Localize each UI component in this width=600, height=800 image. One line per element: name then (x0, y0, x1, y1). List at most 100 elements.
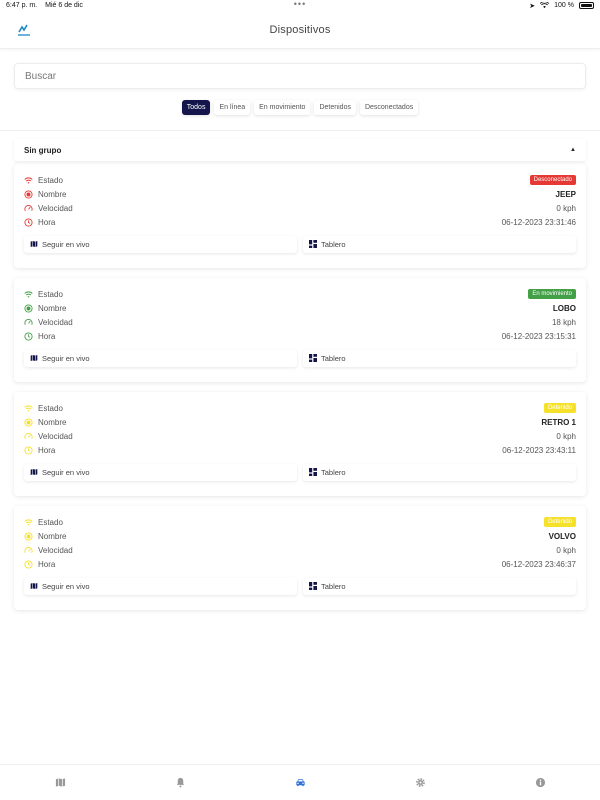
dashboard-label: Tablero (321, 467, 346, 477)
dashboard-button[interactable]: Tablero (303, 577, 576, 595)
device-time: 06-12-2023 23:46:37 (501, 560, 576, 570)
dashboard-button[interactable]: Tablero (303, 349, 576, 367)
wifi-icon (540, 2, 550, 9)
battery-icon (579, 2, 594, 9)
label-hora: Hora (38, 560, 56, 570)
chevron-up-icon[interactable]: ▲ (570, 147, 576, 153)
follow-live-label: Seguir en vivo (42, 239, 90, 249)
row-estado: Estado En movimiento (24, 287, 576, 301)
search-input[interactable]: Buscar (14, 63, 586, 89)
row-estado: Estado Detenido (24, 401, 576, 415)
name-target-icon (24, 532, 33, 541)
device-time: 06-12-2023 23:15:31 (501, 332, 576, 342)
label-nombre: Nombre (38, 531, 67, 541)
dashboard-label: Tablero (321, 353, 346, 363)
follow-live-label: Seguir en vivo (42, 581, 90, 591)
row-velocidad: Velocidad 0 kph (24, 429, 576, 443)
label-hora: Hora (38, 446, 56, 456)
filter-chip-desconectados[interactable]: Desconectados (359, 100, 419, 115)
filter-chip-todos[interactable]: Todos (181, 100, 211, 115)
follow-live-label: Seguir en vivo (42, 467, 90, 477)
row-nombre: Nombre VOLVO (24, 529, 576, 543)
location-icon: ➤ (529, 2, 536, 10)
device-card[interactable]: Estado Detenido Nombre RETRO 1 Velocidad… (14, 392, 586, 496)
filter-chip-en-movimiento[interactable]: En movimiento (254, 100, 311, 115)
name-target-icon (24, 418, 33, 427)
multitasking-dots-icon[interactable]: ••• (294, 0, 306, 9)
nav-notifications[interactable] (160, 777, 200, 788)
dashboard-button[interactable]: Tablero (303, 463, 576, 481)
follow-live-label: Seguir en vivo (42, 353, 90, 363)
signal-icon (24, 519, 33, 526)
device-name: JEEP (555, 189, 576, 199)
signal-icon (24, 291, 33, 298)
app-logo-icon[interactable] (17, 23, 31, 37)
nav-info[interactable] (520, 777, 560, 788)
clock-icon (24, 446, 33, 455)
dashboard-button[interactable]: Tablero (303, 235, 576, 253)
map-icon (30, 469, 38, 476)
header: Dispositivos (0, 11, 600, 49)
follow-live-button[interactable]: Seguir en vivo (24, 349, 297, 367)
speedometer-icon (24, 546, 33, 553)
divider (0, 130, 600, 131)
status-time: 6:47 p. m. (6, 2, 38, 9)
label-estado: Estado (38, 289, 63, 299)
label-velocidad: Velocidad (38, 203, 73, 213)
bell-icon (176, 777, 184, 788)
row-estado: Estado Desconectado (24, 173, 576, 187)
nav-devices[interactable] (280, 777, 320, 788)
name-target-icon (24, 190, 33, 199)
label-nombre: Nombre (38, 417, 67, 427)
follow-live-button[interactable]: Seguir en vivo (24, 463, 297, 481)
label-nombre: Nombre (38, 189, 67, 199)
group-label: Sin grupo (24, 145, 62, 155)
label-velocidad: Velocidad (38, 545, 73, 555)
device-name: LOBO (552, 303, 576, 313)
group-header-sin-grupo[interactable]: Sin grupo ▲ (14, 139, 586, 161)
status-badge: Desconectado (529, 175, 576, 186)
status-badge: Detenido (543, 517, 576, 528)
speedometer-icon (24, 204, 33, 211)
filter-chip-detenidos[interactable]: Detenidos (314, 100, 356, 115)
nav-map[interactable] (40, 777, 80, 788)
signal-icon (24, 405, 33, 412)
info-icon (535, 777, 545, 788)
device-speed: 0 kph (556, 545, 576, 555)
row-nombre: Nombre LOBO (24, 301, 576, 315)
row-velocidad: Velocidad 0 kph (24, 543, 576, 557)
device-card[interactable]: Estado Detenido Nombre VOLVO Velocidad 0… (14, 506, 586, 610)
card-actions: Seguir en vivo Tablero (24, 349, 576, 367)
device-name: VOLVO (548, 531, 576, 541)
clock-icon (24, 560, 33, 569)
device-card[interactable]: Estado En movimiento Nombre LOBO Velocid… (14, 278, 586, 382)
car-icon (295, 779, 305, 787)
battery-percent: 100 % (554, 2, 574, 9)
status-badge: En movimiento (528, 289, 576, 300)
map-icon (55, 778, 65, 787)
dashboard-icon (309, 354, 317, 363)
dashboard-icon (309, 582, 317, 591)
row-velocidad: Velocidad 0 kph (24, 201, 576, 215)
device-speed: 0 kph (556, 431, 576, 441)
dashboard-icon (309, 240, 317, 249)
row-estado: Estado Detenido (24, 515, 576, 529)
dashboard-label: Tablero (321, 239, 346, 249)
device-time: 06-12-2023 23:43:11 (502, 446, 576, 456)
dashboard-icon (309, 468, 317, 477)
status-badge: Detenido (543, 403, 576, 414)
device-card[interactable]: Estado Desconectado Nombre JEEP Velocida… (14, 164, 586, 268)
follow-live-button[interactable]: Seguir en vivo (24, 235, 297, 253)
device-time: 06-12-2023 23:31:46 (501, 218, 576, 228)
row-nombre: Nombre JEEP (24, 187, 576, 201)
label-nombre: Nombre (38, 303, 67, 313)
nav-settings[interactable] (400, 777, 440, 788)
follow-live-button[interactable]: Seguir en vivo (24, 577, 297, 595)
search-placeholder: Buscar (25, 70, 57, 82)
map-icon (30, 583, 38, 590)
dashboard-label: Tablero (321, 581, 346, 591)
row-hora: Hora 06-12-2023 23:31:46 (24, 216, 576, 230)
filter-chip-en-linea[interactable]: En línea (214, 100, 251, 115)
device-speed: 0 kph (556, 203, 576, 213)
label-hora: Hora (38, 218, 56, 228)
